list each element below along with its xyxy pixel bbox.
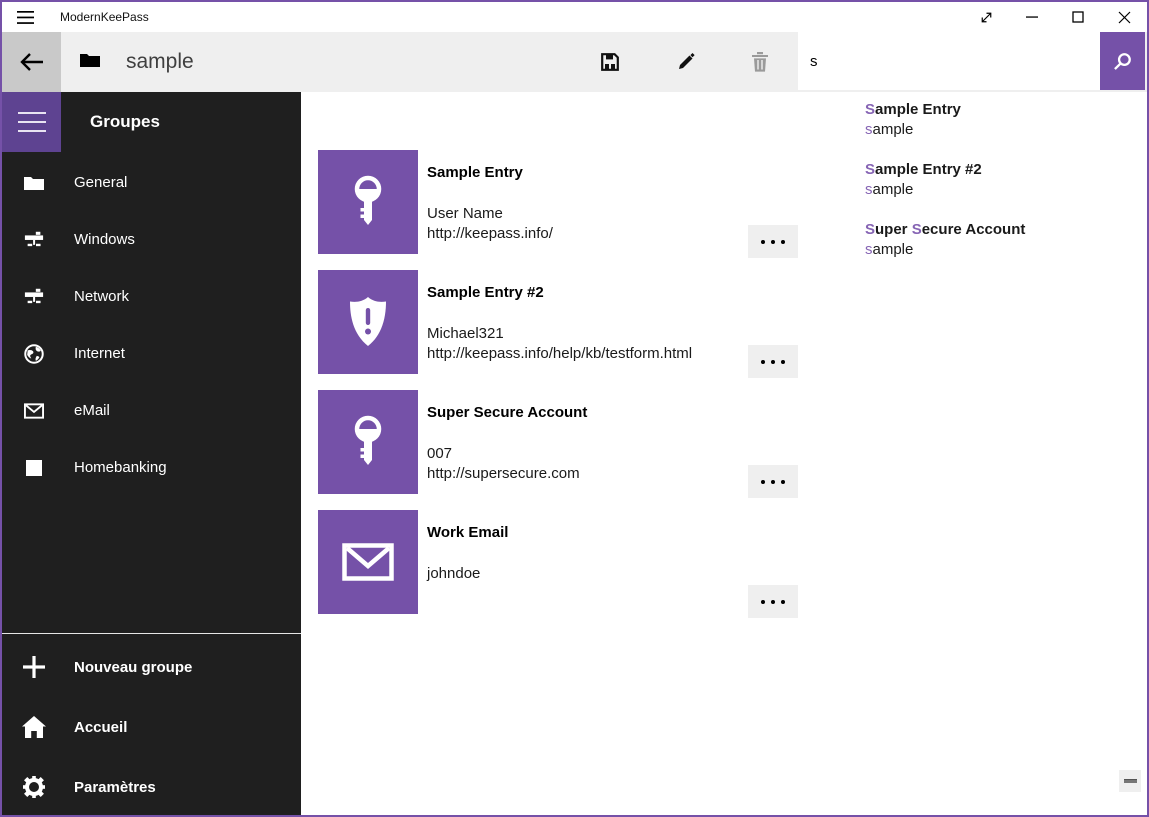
entry-tile[interactable]: [318, 390, 418, 494]
entry-more-icon[interactable]: [748, 465, 798, 498]
key-icon: [348, 174, 388, 230]
sidebar-footer-label: Paramètres: [74, 779, 156, 796]
database-title: sample: [126, 32, 194, 92]
suggestion-title: Sample Entry: [865, 100, 1145, 120]
suggestion-title: Super Secure Account: [865, 220, 1145, 240]
gear-icon: [22, 775, 46, 799]
entry-details: Michael321http://keepass.info/help/kb/te…: [427, 324, 692, 364]
mail-icon: [342, 543, 394, 581]
entry-row[interactable]: Sample Entry #2 Michael321http://keepass.…: [318, 270, 798, 374]
back-button[interactable]: [2, 32, 61, 92]
search-suggestion[interactable]: Sample Entrysample: [798, 92, 1145, 152]
sidebar-item-label: Network: [74, 288, 129, 305]
sidebar-item-label: Internet: [74, 345, 125, 362]
sidebar-groups: General Windows Network Internet eMail Homeba…: [2, 154, 301, 496]
close-icon[interactable]: [1101, 2, 1147, 32]
semantic-zoom-out-icon[interactable]: [1119, 770, 1141, 792]
entry-row[interactable]: Sample Entry User Namehttp://keepass.info…: [318, 150, 798, 254]
suggestion-group: sample: [865, 240, 1145, 260]
entry-more-icon[interactable]: [748, 585, 798, 618]
entry-url: http://keepass.info/help/kb/testform.htm…: [427, 344, 692, 364]
titlebar-hamburger-icon: [2, 11, 48, 24]
save-icon[interactable]: [586, 32, 634, 92]
entry-title: Sample Entry #2: [427, 284, 544, 301]
sidebar-header: Groupes: [90, 92, 160, 152]
sidebar-item-windows[interactable]: Windows: [2, 211, 301, 268]
entry-tile[interactable]: [318, 270, 418, 374]
entry-title: Work Email: [427, 524, 508, 541]
sidebar-footer-accueil[interactable]: Accueil: [2, 697, 301, 757]
fullscreen-icon[interactable]: [963, 2, 1009, 32]
app-title: ModernKeePass: [60, 10, 149, 24]
minimize-icon[interactable]: [1009, 2, 1055, 32]
entry-username: Michael321: [427, 324, 692, 344]
entry-tile[interactable]: [318, 150, 418, 254]
square-icon: [24, 458, 44, 478]
key-icon: [348, 414, 388, 470]
entry-title: Super Secure Account: [427, 404, 587, 421]
sidebar-item-internet[interactable]: Internet: [2, 325, 301, 382]
sidebar-item-label: Windows: [74, 231, 135, 248]
entry-url: http://keepass.info/: [427, 224, 553, 244]
sidebar-footer-label: Accueil: [74, 719, 127, 736]
sidebar-footer-label: Nouveau groupe: [74, 659, 192, 676]
entry-row[interactable]: Work Email johndoe: [318, 510, 798, 614]
network-icon: [24, 230, 44, 250]
network-icon: [24, 287, 44, 307]
suggestion-group: sample: [865, 120, 1145, 140]
entry-details: 007http://supersecure.com: [427, 444, 580, 484]
plus-icon: [22, 655, 46, 679]
shield-alert-icon: [346, 296, 390, 348]
titlebar: ModernKeePass: [2, 2, 1147, 32]
suggestion-group: sample: [865, 180, 1145, 200]
entry-username: 007: [427, 444, 580, 464]
search-suggestion[interactable]: Super Secure Accountsample: [798, 212, 1145, 272]
entry-row[interactable]: Super Secure Account 007http://supersecur…: [318, 390, 798, 494]
hamburger-menu-icon[interactable]: [2, 92, 61, 152]
search-icon[interactable]: [1100, 32, 1145, 90]
sidebar-item-network[interactable]: Network: [2, 268, 301, 325]
mail-outline-icon: [24, 401, 44, 421]
globe-icon: [24, 344, 44, 364]
entry-details: User Namehttp://keepass.info/: [427, 204, 553, 244]
entry-more-icon[interactable]: [748, 225, 798, 258]
database-folder-icon: [80, 52, 100, 67]
maximize-icon[interactable]: [1055, 2, 1101, 32]
sidebar-item-homebanking[interactable]: Homebanking: [2, 439, 301, 496]
entry-more-icon[interactable]: [748, 345, 798, 378]
sidebar-item-label: General: [74, 174, 127, 191]
entry-list: Sample EntryUser Namehttp://keepass.info…: [318, 150, 798, 630]
edit-icon[interactable]: [662, 32, 710, 92]
entry-tile[interactable]: [318, 510, 418, 614]
sidebar-footer-nouveau-groupe[interactable]: Nouveau groupe: [2, 637, 301, 697]
sidebar-divider: [2, 633, 301, 634]
entry-username: User Name: [427, 204, 553, 224]
delete-icon[interactable]: [736, 32, 784, 92]
sidebar-footer-param-tres[interactable]: Paramètres: [2, 757, 301, 817]
window-controls: [963, 2, 1147, 32]
entry-title: Sample Entry: [427, 164, 523, 181]
sidebar-item-label: Homebanking: [74, 459, 167, 476]
sidebar-item-email[interactable]: eMail: [2, 382, 301, 439]
sidebar: Groupes General Windows Network Internet eMa…: [2, 92, 301, 815]
sidebar-item-label: eMail: [74, 402, 110, 419]
entry-url: http://supersecure.com: [427, 464, 580, 484]
sidebar-item-general[interactable]: General: [2, 154, 301, 211]
search-input[interactable]: [798, 32, 1100, 90]
search-suggestion[interactable]: Sample Entry #2sample: [798, 152, 1145, 212]
entry-username: johndoe: [427, 564, 480, 584]
folder-icon: [24, 173, 44, 193]
home-icon: [22, 715, 46, 739]
entry-details: johndoe: [427, 564, 480, 584]
sidebar-footer: Nouveau groupe Accueil Paramètres: [2, 637, 301, 817]
search-suggestions: Sample EntrysampleSample Entry #2sampleS…: [798, 92, 1145, 272]
suggestion-title: Sample Entry #2: [865, 160, 1145, 180]
